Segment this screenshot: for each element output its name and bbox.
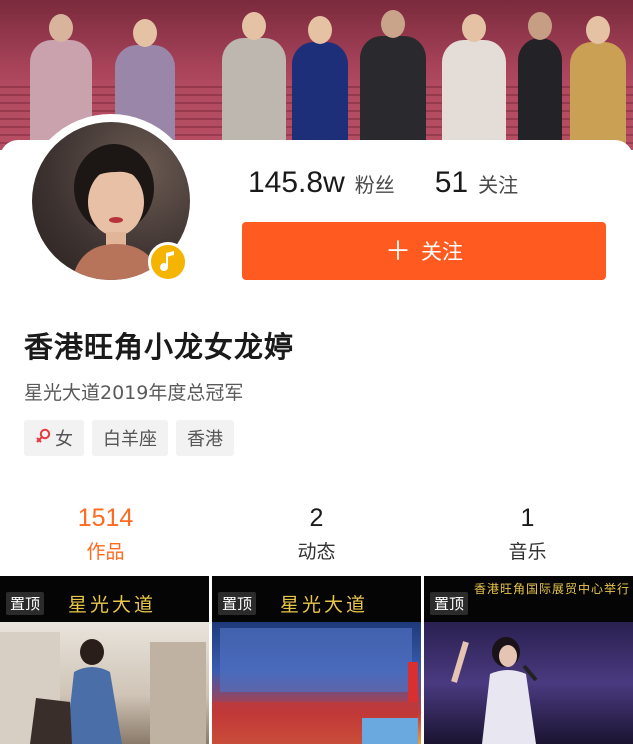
video-frame [0,622,209,744]
tag-location: 香港 [176,420,234,456]
profile-name: 香港旺角小龙女龙婷 [24,330,295,364]
tag-zodiac: 白羊座 [92,420,168,456]
tag-gender: 女 [24,420,84,456]
video-grid: 置顶 星光大道 置顶 星光大道 置顶 香港旺角国际展贸中心举行 [0,576,633,744]
plus-icon: ＋ [384,236,411,266]
profile-bio: 星光大道2019年度总冠军 [24,382,244,404]
tag-location-label: 香港 [187,429,223,450]
profile-stats: 145.8w 粉丝 51 关注 [248,166,558,200]
tab-works[interactable]: 1514 作品 [0,504,211,570]
video-title: 星光大道 [68,594,157,616]
music-note-icon [148,242,188,282]
tab-music-count: 1 [520,504,535,532]
profile-tags: 女 白羊座 香港 [24,420,234,456]
tag-zodiac-label: 白羊座 [103,429,157,450]
tab-moments-count: 2 [309,504,324,532]
video-title: 香港旺角国际展贸中心举行 [474,582,631,596]
tab-moments-label: 动态 [297,541,336,563]
video-thumbnail-3[interactable]: 置顶 香港旺角国际展贸中心举行 [424,576,633,744]
followers-label[interactable]: 粉丝 [355,169,395,198]
follow-button[interactable]: ＋ 关注 [242,222,606,280]
following-label[interactable]: 关注 [478,169,518,198]
tab-music-label: 音乐 [508,541,547,563]
tab-music[interactable]: 1 音乐 [422,504,633,570]
following-count[interactable]: 51 [435,166,468,200]
video-thumbnail-2[interactable]: 置顶 星光大道 [212,576,421,744]
pinned-badge: 置顶 [218,592,257,615]
follow-button-label: 关注 [421,241,463,264]
video-frame [424,622,633,744]
followers-count[interactable]: 145.8w [248,166,345,200]
pinned-badge: 置顶 [430,592,469,615]
tag-gender-label: 女 [55,429,73,450]
tab-moments[interactable]: 2 动态 [211,504,422,570]
tab-works-count: 1514 [77,504,134,532]
video-title: 星光大道 [280,594,369,616]
profile-tabs: 1514 作品 2 动态 1 音乐 [0,504,633,570]
pinned-badge: 置顶 [6,592,45,615]
tab-works-label: 作品 [86,541,125,563]
video-thumbnail-1[interactable]: 置顶 星光大道 [0,576,209,744]
female-icon [35,428,51,448]
video-frame [212,622,421,744]
